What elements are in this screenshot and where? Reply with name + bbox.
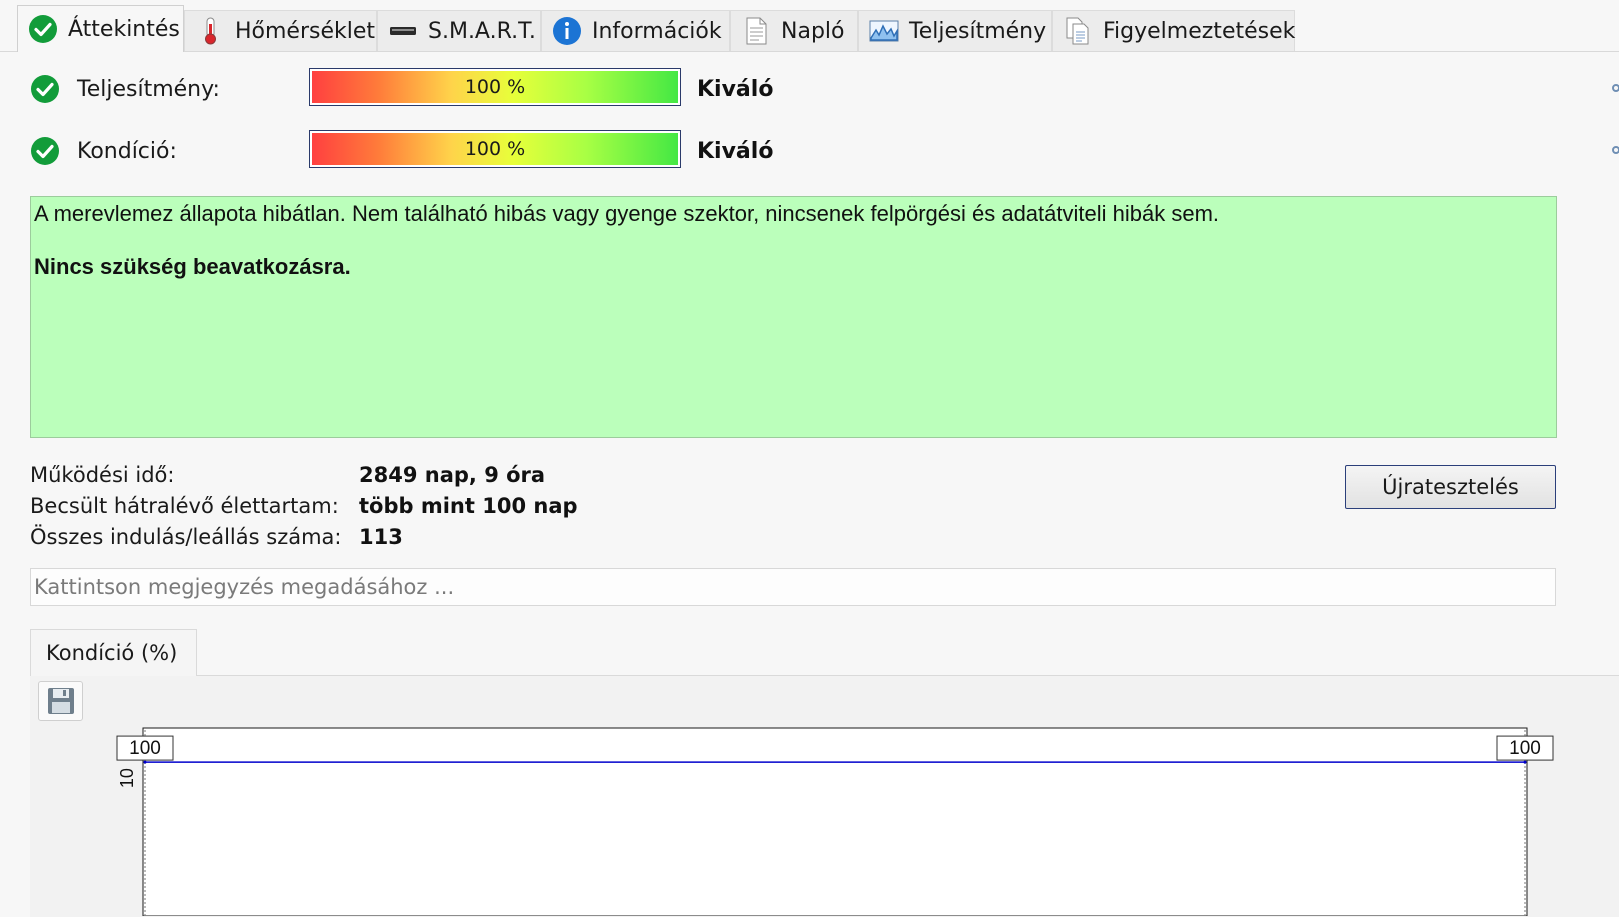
status-action: Nincs szükség beavatkozásra. <box>34 254 351 279</box>
condition-bar: 100 % <box>309 130 681 168</box>
tab-log[interactable]: Napló <box>730 10 858 51</box>
performance-chart-icon <box>869 16 899 46</box>
status-message-box: A merevlemez állapota hibátlan. Nem talá… <box>30 196 1557 438</box>
tab-label: Teljesítmény <box>909 18 1047 44</box>
info-label-uptime: Működési idő: <box>30 463 175 487</box>
chart-point-label: 100 <box>1496 735 1554 761</box>
tab-bar: Áttekintés Hőmérséklet S.M.A.R.T. Inform… <box>0 0 1619 52</box>
tab-smart[interactable]: S.M.A.R.T. <box>377 10 541 51</box>
performance-status: Kiváló <box>697 77 774 102</box>
svg-text:100: 100 <box>129 738 161 759</box>
documents-icon <box>1063 16 1093 46</box>
hard-drive-icon <box>388 16 418 46</box>
info-label-remaining-life: Becsült hátralévő élettartam: <box>30 494 339 518</box>
check-circle-icon <box>31 75 59 103</box>
condition-percent: 100 % <box>464 138 526 160</box>
tab-label: Áttekintés <box>68 16 180 42</box>
performance-percent: 100 % <box>464 76 526 98</box>
info-label-start-stop: Összes indulás/leállás száma: <box>30 525 342 549</box>
chart-tab-condition[interactable]: Kondíció (%) <box>30 629 197 676</box>
performance-label: Teljesítmény: <box>77 77 220 102</box>
chart-point <box>1523 760 1527 764</box>
tab-label: Napló <box>781 18 845 44</box>
tab-label: Figyelmeztetések <box>1103 18 1296 44</box>
save-chart-button[interactable] <box>38 681 83 721</box>
check-circle-icon <box>31 137 59 165</box>
chart-point <box>143 760 147 764</box>
tab-label: Hőmérséklet <box>235 18 376 44</box>
condition-bar-fill: 100 % <box>312 133 678 165</box>
tab-label: S.M.A.R.T. <box>428 18 536 44</box>
retest-button[interactable]: Újratesztelés <box>1345 465 1556 509</box>
info-value-remaining-life: több mint 100 nap <box>359 494 578 518</box>
tab-information[interactable]: Információk <box>541 10 730 51</box>
tab-overview[interactable]: Áttekintés <box>17 5 184 52</box>
tab-warnings[interactable]: Figyelmeztetések <box>1052 10 1295 51</box>
tab-temperature[interactable]: Hőmérséklet <box>184 10 377 51</box>
thermometer-icon <box>195 16 225 46</box>
condition-chart: 100 100 10 <box>116 727 1554 916</box>
floppy-disk-icon <box>47 688 74 714</box>
tab-divider <box>0 51 1619 52</box>
info-value-start-stop: 113 <box>359 525 403 549</box>
info-value-uptime: 2849 nap, 9 óra <box>359 463 546 487</box>
condition-label: Kondíció: <box>77 139 177 164</box>
edge-indicator <box>1612 146 1619 154</box>
check-circle-icon <box>28 14 58 44</box>
document-icon <box>741 16 771 46</box>
tab-performance[interactable]: Teljesítmény <box>858 10 1052 51</box>
edge-indicator <box>1612 84 1619 92</box>
chart-ytick-label: 10 <box>117 768 137 788</box>
chart-tab-label: Kondíció (%) <box>46 641 178 665</box>
note-input[interactable] <box>30 568 1556 606</box>
chart-point-label: 100 <box>116 735 174 761</box>
condition-status: Kiváló <box>697 139 774 164</box>
info-icon <box>552 16 582 46</box>
performance-bar: 100 % <box>309 68 681 106</box>
status-message: A merevlemez állapota hibátlan. Nem talá… <box>34 201 1220 226</box>
chart-plot-area <box>142 727 1528 916</box>
tab-label: Információk <box>592 18 722 44</box>
svg-text:100: 100 <box>1509 738 1541 759</box>
performance-bar-fill: 100 % <box>312 71 678 103</box>
